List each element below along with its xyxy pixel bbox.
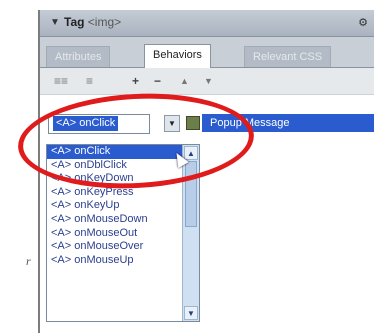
show-set-events-icon[interactable]: ≡≡ [54, 74, 68, 88]
tab-attributes[interactable]: Attributes [46, 46, 111, 67]
tab-bar: Attributes Behaviors Relevant CSS [40, 37, 374, 68]
remove-behavior-icon[interactable]: − [154, 74, 161, 88]
show-all-events-icon[interactable]: ≡ [86, 74, 93, 88]
event-option-onmouseover[interactable]: <A> onMouseOver [47, 240, 183, 254]
tab-relevant-css[interactable]: Relevant CSS [244, 46, 332, 67]
add-behavior-icon[interactable]: + [132, 74, 139, 88]
event-option-onmouseout[interactable]: <A> onMouseOut [47, 227, 183, 241]
behaviors-toolbar: ≡≡ ≡ + − ▲ ▼ [40, 68, 374, 95]
event-option-onmouseup[interactable]: <A> onMouseUp [47, 254, 183, 268]
gear-icon[interactable]: ⚙ [358, 16, 368, 29]
event-option-onmousedown[interactable]: <A> onMouseDown [47, 213, 183, 227]
stray-text: r [26, 254, 31, 268]
collapse-arrow-icon[interactable]: ▼ [50, 17, 60, 28]
move-up-icon[interactable]: ▲ [180, 76, 189, 86]
panel-titlebar[interactable]: ▼ Tag <img> ⚙ [40, 10, 374, 37]
tab-behaviors[interactable]: Behaviors [144, 44, 211, 68]
move-down-icon[interactable]: ▼ [204, 76, 213, 86]
panel-title: Tag <img> [64, 15, 121, 29]
panel-title-text: Tag [64, 15, 85, 29]
scroll-down-icon[interactable]: ▼ [184, 306, 198, 320]
panel-tag-name: <img> [87, 15, 122, 29]
event-option-onkeyup[interactable]: <A> onKeyUp [47, 199, 183, 213]
